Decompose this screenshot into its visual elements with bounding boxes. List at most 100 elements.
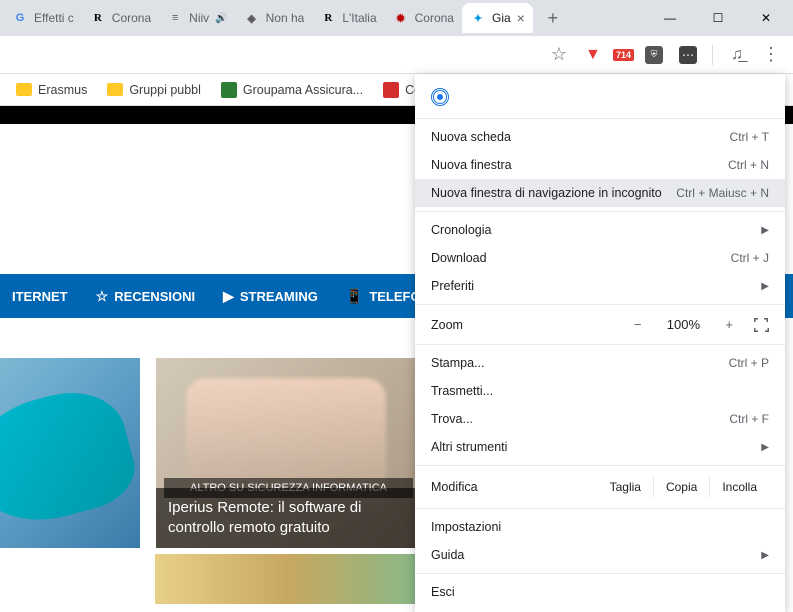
menu-zoom: Zoom − 100% + bbox=[415, 309, 785, 340]
zoom-label: Zoom bbox=[431, 318, 628, 332]
maximize-button[interactable]: ☐ bbox=[695, 2, 741, 34]
tab-title: Corona bbox=[415, 11, 454, 25]
ublock-icon[interactable]: ⛨ bbox=[640, 41, 668, 69]
menu-label: Nuova scheda bbox=[431, 130, 730, 144]
menu-new-window[interactable]: Nuova finestraCtrl + N bbox=[415, 151, 785, 179]
nav-telefonia[interactable]: 📱TELEFOI bbox=[346, 288, 424, 305]
menu-extension-icon[interactable] bbox=[415, 80, 785, 114]
mini-card[interactable] bbox=[155, 554, 420, 604]
edit-label: Modifica bbox=[431, 480, 598, 494]
menu-settings[interactable]: Impostazioni bbox=[415, 513, 785, 541]
nav-label: ITERNET bbox=[12, 289, 68, 304]
menu-label: Trasmetti... bbox=[431, 384, 769, 398]
menu-label: Trova... bbox=[431, 412, 729, 426]
menu-bookmarks[interactable]: Preferiti ▶ bbox=[415, 272, 785, 300]
new-tab-button[interactable]: + bbox=[539, 4, 567, 32]
extension-dots-icon[interactable]: ⋯ bbox=[674, 41, 702, 69]
tab-5[interactable]: ✹Corona bbox=[385, 3, 462, 33]
zoom-out-button[interactable]: − bbox=[628, 315, 648, 334]
folder-icon bbox=[107, 83, 123, 96]
star-icon: ☆ bbox=[96, 288, 109, 305]
menu-new-tab[interactable]: Nuova schedaCtrl + T bbox=[415, 123, 785, 151]
tab-title: Gia bbox=[492, 11, 511, 25]
tab-2[interactable]: ≡Niiv🔊 bbox=[159, 3, 235, 33]
site-icon bbox=[221, 82, 237, 98]
menu-print[interactable]: Stampa...Ctrl + P bbox=[415, 349, 785, 377]
menu-label: Altri strumenti bbox=[431, 440, 741, 454]
chevron-right-icon: ▶ bbox=[761, 225, 769, 236]
menu-downloads[interactable]: DownloadCtrl + J bbox=[415, 244, 785, 272]
menu-label: Esci bbox=[431, 585, 769, 599]
nav-label: RECENSIONI bbox=[114, 289, 195, 304]
tab-title: Effetti c bbox=[34, 11, 74, 25]
folder-icon bbox=[16, 83, 32, 96]
tab-0[interactable]: GEffetti c bbox=[4, 3, 82, 33]
tab-1[interactable]: RCorona bbox=[82, 3, 159, 33]
window-controls: — ☐ ✕ bbox=[647, 2, 789, 34]
menu-label: Nuova finestra bbox=[431, 158, 728, 172]
menu-button[interactable]: ⋮ bbox=[757, 41, 785, 69]
extension-badge[interactable]: ▼ bbox=[579, 41, 607, 69]
nav-internet[interactable]: ITERNET bbox=[12, 289, 68, 304]
cut-button[interactable]: Taglia bbox=[598, 476, 653, 498]
bookmark-gruppi[interactable]: Gruppi pubbl bbox=[99, 79, 209, 101]
bookmark-star-icon[interactable]: ☆ bbox=[545, 41, 573, 69]
audio-icon: 🔊 bbox=[215, 13, 227, 24]
tab-strip: GEffetti c RCorona ≡Niiv🔊 ◈Non ha RL'Ita… bbox=[0, 0, 793, 36]
tab-title: Niiv bbox=[189, 11, 209, 25]
menu-edit: Modifica Taglia Copia Incolla bbox=[415, 470, 785, 504]
bookmark-label: Groupama Assicura... bbox=[243, 83, 363, 97]
fullscreen-button[interactable] bbox=[753, 317, 769, 333]
bookmark-erasmus[interactable]: Erasmus bbox=[8, 79, 95, 101]
tab-title: L'Italia bbox=[342, 11, 376, 25]
menu-shortcut: Ctrl + P bbox=[729, 356, 769, 370]
menu-help[interactable]: Guida▶ bbox=[415, 541, 785, 569]
paste-button[interactable]: Incolla bbox=[709, 476, 769, 498]
menu-shortcut: Ctrl + T bbox=[730, 130, 769, 144]
menu-shortcut: Ctrl + J bbox=[731, 251, 769, 265]
menu-shortcut: Ctrl + N bbox=[728, 158, 769, 172]
chevron-right-icon: ▶ bbox=[761, 281, 769, 292]
bookmark-label: Gruppi pubbl bbox=[129, 83, 201, 97]
menu-cast[interactable]: Trasmetti... bbox=[415, 377, 785, 405]
menu-shortcut: Ctrl + Maiusc + N bbox=[676, 186, 769, 200]
nav-recensioni[interactable]: ☆ RECENSIONI bbox=[96, 288, 195, 305]
menu-label: Impostazioni bbox=[431, 520, 769, 534]
minimize-button[interactable]: — bbox=[647, 2, 693, 34]
close-window-button[interactable]: ✕ bbox=[743, 2, 789, 34]
play-icon: ▶ bbox=[223, 288, 234, 305]
bookmark-groupama[interactable]: Groupama Assicura... bbox=[213, 78, 371, 102]
menu-label: Cronologia bbox=[431, 223, 741, 237]
nav-streaming[interactable]: ▶ STREAMING bbox=[223, 288, 318, 305]
card-title: Iperius Remote: il software di controllo… bbox=[156, 488, 421, 549]
menu-label: Preferiti bbox=[431, 279, 741, 293]
copy-button[interactable]: Copia bbox=[653, 476, 709, 498]
menu-shortcut: Ctrl + F bbox=[729, 412, 769, 426]
zoom-value: 100% bbox=[661, 317, 705, 332]
reading-list-icon[interactable]: ♫̲ bbox=[723, 41, 751, 69]
tab-title: Non ha bbox=[266, 11, 305, 25]
close-icon[interactable]: × bbox=[517, 10, 525, 26]
chevron-right-icon: ▶ bbox=[761, 442, 769, 453]
tab-4[interactable]: RL'Italia bbox=[312, 3, 384, 33]
toolbar: ☆ ▼ 714 ⛨ ⋯ ♫̲ ⋮ bbox=[0, 36, 793, 74]
menu-history[interactable]: Cronologia ▶ bbox=[415, 216, 785, 244]
menu-more-tools[interactable]: Altri strumenti ▶ bbox=[415, 433, 785, 461]
tab-3[interactable]: ◈Non ha bbox=[236, 3, 313, 33]
tab-title: Corona bbox=[112, 11, 151, 25]
chevron-right-icon: ▶ bbox=[761, 550, 769, 561]
article-card-iperius[interactable]: ALTRO SU SICUREZZA INFORMATICA Iperius R… bbox=[156, 358, 421, 548]
nav-label: STREAMING bbox=[240, 289, 318, 304]
bookmark-label: Erasmus bbox=[38, 83, 87, 97]
target-icon bbox=[431, 88, 449, 106]
tab-6[interactable]: ✦Gia× bbox=[462, 3, 533, 33]
article-card-partial[interactable] bbox=[0, 358, 140, 548]
menu-label: Nuova finestra di navigazione in incogni… bbox=[431, 186, 676, 200]
menu-find[interactable]: Trova...Ctrl + F bbox=[415, 405, 785, 433]
menu-exit[interactable]: Esci bbox=[415, 578, 785, 606]
phone-icon: 📱 bbox=[346, 288, 363, 305]
chrome-menu: Nuova schedaCtrl + T Nuova finestraCtrl … bbox=[415, 74, 785, 612]
zoom-in-button[interactable]: + bbox=[719, 315, 739, 334]
menu-label: Stampa... bbox=[431, 356, 729, 370]
menu-incognito[interactable]: Nuova finestra di navigazione in incogni… bbox=[415, 179, 785, 207]
